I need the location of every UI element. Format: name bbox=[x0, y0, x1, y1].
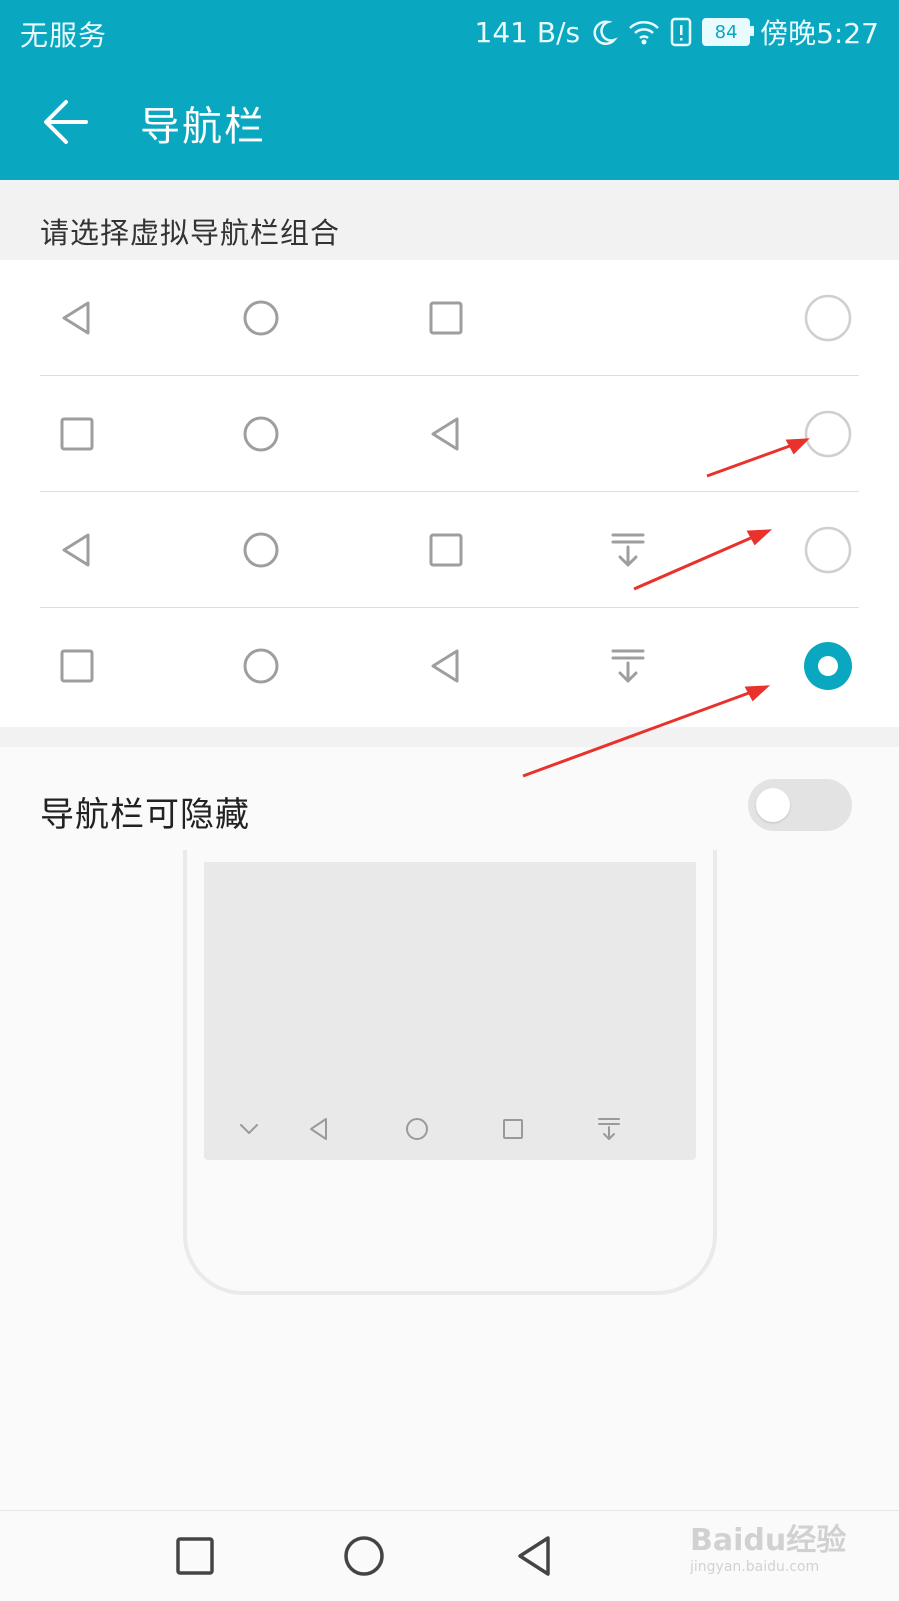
section-header: 请选择虚拟导航栏组合 bbox=[0, 180, 899, 260]
home-circle-icon bbox=[406, 1118, 428, 1140]
status-icons: 141 B/s 84 傍晚5:27 bbox=[475, 12, 879, 52]
option-row-3[interactable] bbox=[0, 492, 899, 608]
radio-unselected[interactable] bbox=[804, 294, 852, 342]
section-gap bbox=[0, 727, 899, 747]
recent-square-icon bbox=[503, 1119, 523, 1139]
hide-nav-switch[interactable] bbox=[748, 779, 852, 831]
home-circle-icon bbox=[243, 648, 279, 684]
nav-combination-list bbox=[0, 260, 899, 727]
back-triangle-icon bbox=[431, 417, 459, 451]
hide-nav-toggle-row[interactable]: 导航栏可隐藏 bbox=[0, 747, 899, 863]
hide-nav-label: 导航栏可隐藏 bbox=[40, 795, 250, 835]
back-triangle-icon bbox=[431, 649, 459, 683]
page-title: 导航栏 bbox=[140, 104, 266, 150]
clock: 傍晚5:27 bbox=[760, 17, 879, 50]
chevron-down-icon bbox=[240, 1124, 258, 1134]
notification-pulldown-icon bbox=[598, 1118, 620, 1140]
back-triangle-icon bbox=[62, 533, 90, 567]
sim-alert-icon bbox=[670, 17, 692, 47]
option-row-1[interactable] bbox=[0, 260, 899, 376]
recent-square-icon bbox=[60, 649, 94, 683]
network-speed: 141 B/s bbox=[474, 15, 581, 49]
recent-square-icon[interactable] bbox=[170, 1531, 220, 1581]
moon-icon bbox=[593, 20, 619, 45]
radio-unselected[interactable] bbox=[804, 526, 852, 574]
recent-square-icon bbox=[429, 533, 463, 567]
home-circle-icon[interactable] bbox=[339, 1531, 389, 1581]
arrow-left-icon[interactable] bbox=[36, 92, 96, 152]
radio-selected[interactable] bbox=[804, 642, 852, 690]
battery-icon: 84 bbox=[702, 18, 755, 46]
home-circle-icon bbox=[243, 416, 279, 452]
notification-pulldown-icon bbox=[611, 649, 645, 683]
option-row-4[interactable] bbox=[0, 608, 899, 724]
section-title: 请选择虚拟导航栏组合 bbox=[40, 216, 341, 250]
home-circle-icon bbox=[243, 532, 279, 568]
radio-unselected[interactable] bbox=[804, 410, 852, 458]
wifi-icon bbox=[629, 21, 659, 45]
watermark: Baidu经验 jingyan.baidu.com bbox=[690, 1515, 880, 1595]
back-triangle-icon bbox=[310, 1118, 327, 1140]
watermark-logo: Baidu经验 bbox=[690, 1523, 847, 1558]
back-triangle-icon bbox=[62, 301, 90, 335]
back-triangle-icon[interactable] bbox=[510, 1531, 560, 1581]
carrier-text: 无服务 bbox=[20, 19, 108, 52]
option-row-2[interactable] bbox=[0, 376, 899, 492]
switch-knob bbox=[756, 788, 790, 822]
app-bar: 无服务 141 B/s 84 傍晚5:27 导航栏 bbox=[0, 0, 899, 180]
recent-square-icon bbox=[60, 417, 94, 451]
watermark-url: jingyan.baidu.com bbox=[690, 1559, 820, 1575]
phone-preview-screen bbox=[204, 862, 696, 1160]
notification-pulldown-icon bbox=[611, 533, 645, 567]
home-circle-icon bbox=[243, 300, 279, 336]
recent-square-icon bbox=[429, 301, 463, 335]
